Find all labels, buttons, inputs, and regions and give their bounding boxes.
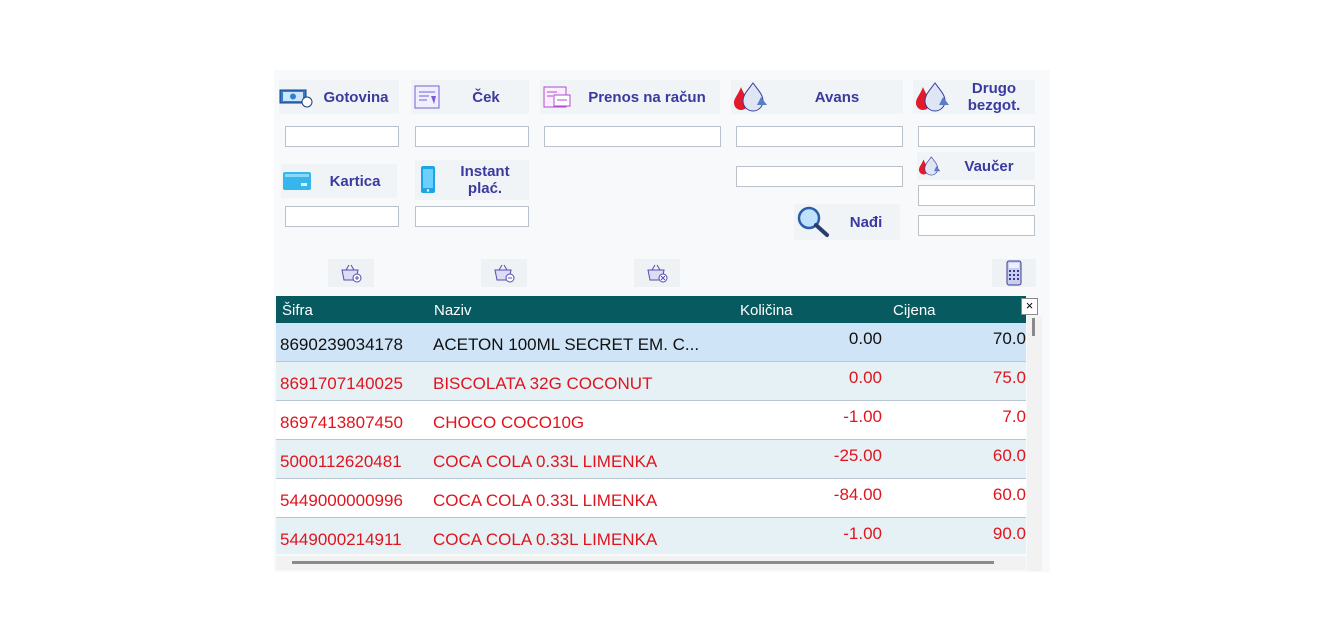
basket-clear-button[interactable] [634,259,680,287]
magnifier-icon [797,206,829,237]
instant-payment-amount-field[interactable] [415,206,529,227]
cell-price: 60.0 [992,446,1026,465]
close-icon[interactable]: × [1021,298,1038,315]
vertical-scroll-thumb[interactable] [1032,318,1035,336]
basket-add-button[interactable] [328,259,374,287]
cell-name: COCA COLA 0.33L LIMENKA [433,452,658,471]
find-button[interactable]: Nađi [794,204,900,240]
cell-code: 8690239034178 [280,335,403,354]
bank-transfer-icon [543,86,571,108]
column-header-code[interactable]: Šifra [282,302,313,319]
other-noncash-label-line2: bezgot. [967,97,1021,114]
cell-name: BISCOLATA 32G COCONUT [433,374,653,393]
instant-payment-label-line2: plać. [467,180,503,197]
column-header-name[interactable]: Naziv [434,302,472,319]
droplets-icon [918,156,941,176]
voucher-extra-field[interactable] [918,215,1035,236]
cell-price: 60.0 [992,485,1026,504]
cell-price: 7.0 [1002,407,1026,426]
droplets-icon [916,82,949,112]
cell-qty: 0.00 [848,368,882,387]
advance-label: Avans [814,88,860,106]
advance-extra-field[interactable] [736,166,903,187]
voucher-button[interactable]: Vaučer [917,152,1035,180]
voucher-amount-field[interactable] [918,185,1035,206]
smartphone-icon [421,166,435,193]
voucher-label: Vaučer [964,157,1014,175]
instant-payment-label-line1: Instant [460,163,510,180]
check-icon [414,85,440,109]
transfer-amount-field[interactable] [544,126,721,147]
basket-remove-icon [494,264,515,283]
instant-payment-label: Instant plać. [441,163,529,197]
cell-price: 70.0 [992,329,1026,348]
cell-qty: -1.00 [843,524,882,543]
cell-name: COCA COLA 0.33L LIMENKA [433,530,658,549]
calculator-button[interactable] [992,259,1036,287]
cell-qty: 0.00 [848,329,882,348]
cell-name: CHOCO COCO10G [433,413,585,432]
check-label: Ček [472,88,500,106]
cell-qty: -1.00 [843,407,882,426]
basket-add-icon [341,264,362,283]
cash-button[interactable]: Gotovina [279,80,399,114]
horizontal-scrollbar[interactable] [276,556,1026,570]
credit-card-icon [283,172,311,190]
cash-label: Gotovina [323,88,389,106]
find-label: Nađi [849,213,883,231]
check-amount-field[interactable] [415,126,529,147]
check-button[interactable]: Ček [411,80,529,114]
cell-qty: -25.00 [833,446,882,465]
advance-amount-field[interactable] [736,126,903,147]
table-row[interactable]: 8690239034178 ACETON 100ML SECRET EM. C..… [276,323,1026,362]
cell-name: ACETON 100ML SECRET EM. C... [433,335,700,354]
cell-code: 5449000000996 [280,491,403,510]
table-row[interactable]: 8697413807450 CHOCO COCO10G -1.00 7.0 [276,401,1026,440]
basket-delete-icon [647,264,668,283]
table-row[interactable]: 5449000214911 COCA COLA 0.33L LIMENKA -1.0… [276,518,1026,554]
transfer-button[interactable]: Prenos na račun [540,80,720,114]
other-noncash-amount-field[interactable] [918,126,1035,147]
cell-code: 8691707140025 [280,374,403,393]
cash-amount-field[interactable] [285,126,399,147]
card-label: Kartica [329,172,381,190]
calculator-icon [1006,260,1022,286]
basket-remove-button[interactable] [481,259,527,287]
table-row[interactable]: 8691707140025 BISCOLATA 32G COCONUT 0.00 75… [276,362,1026,401]
horizontal-scroll-thumb[interactable] [292,561,994,564]
transfer-label: Prenos na račun [588,88,706,106]
items-table: Šifra Naziv Količina Cijena 869023903417… [276,296,1026,554]
vertical-scrollbar[interactable] [1027,316,1042,571]
instant-payment-button[interactable]: Instant plać. [415,160,529,200]
card-amount-field[interactable] [285,206,399,227]
droplets-icon [734,82,767,112]
cell-name: COCA COLA 0.33L LIMENKA [433,491,658,510]
column-header-qty[interactable]: Količina [740,302,793,319]
cell-code: 5000112620481 [280,452,402,471]
other-noncash-label: Drugo bezgot. [953,80,1035,114]
column-header-price[interactable]: Cijena [893,302,936,319]
other-noncash-button[interactable]: Drugo bezgot. [913,80,1035,114]
cell-price: 90.0 [992,524,1026,543]
table-row[interactable]: 5000112620481 COCA COLA 0.33L LIMENKA -25.… [276,440,1026,479]
cell-qty: -84.00 [833,485,882,504]
other-noncash-label-line1: Drugo [971,80,1017,97]
table-row[interactable]: 5449000000996 COCA COLA 0.33L LIMENKA -84.… [276,479,1026,518]
cell-code: 8697413807450 [280,413,403,432]
advance-button[interactable]: Avans [731,80,903,114]
card-button[interactable]: Kartica [281,164,397,198]
banknote-icon [279,89,313,108]
cell-price: 75.0 [992,368,1026,387]
table-header: Šifra Naziv Količina Cijena [276,296,1026,323]
cell-code: 5449000214911 [280,530,402,549]
